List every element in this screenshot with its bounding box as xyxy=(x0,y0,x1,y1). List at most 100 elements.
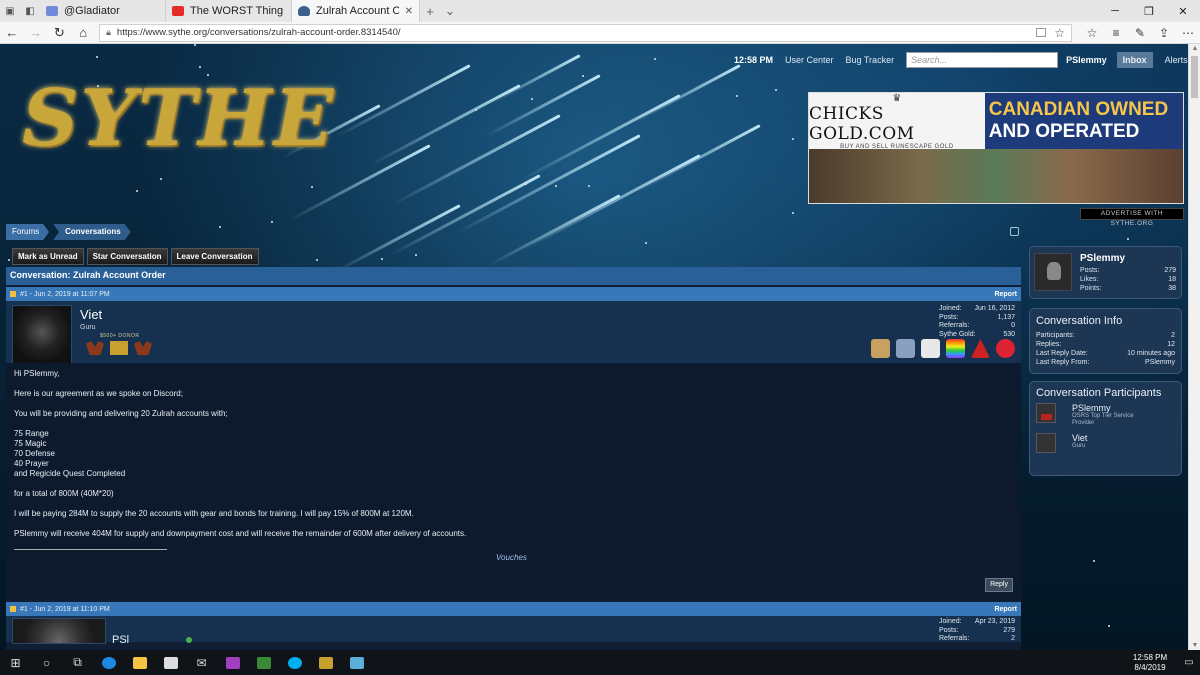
breadcrumb-forums[interactable]: Forums xyxy=(6,224,49,240)
sidebar-username[interactable]: PSlemmy xyxy=(1080,253,1125,264)
back-icon[interactable]: ← xyxy=(0,25,24,40)
alerts-link[interactable]: Alerts xyxy=(1165,55,1188,65)
minimize-icon[interactable]: ─ xyxy=(1098,0,1132,22)
pen-icon[interactable]: ✎ xyxy=(1128,26,1152,40)
star-dot xyxy=(1093,560,1095,562)
browser-toolbar: ☆ ≡ ✎ ⇪ ⋯ xyxy=(1080,26,1200,40)
vouches-link[interactable]: Vouches xyxy=(496,553,527,563)
participant-item[interactable]: PSlemmy OSRS Top Tier Service Provider xyxy=(1036,403,1175,429)
avatar[interactable] xyxy=(12,305,72,365)
star-dot xyxy=(1108,625,1110,627)
new-tab-icon[interactable]: + xyxy=(420,0,440,22)
post-username[interactable]: Viet xyxy=(80,307,152,322)
avatar[interactable] xyxy=(12,618,106,644)
conversation-actions: Mark as Unread Star Conversation Leave C… xyxy=(12,248,259,265)
maximize-icon[interactable]: ❐ xyxy=(1132,0,1166,22)
advertisement-banner[interactable]: ♛ CHICKS GOLD.COM BUY AND SELL RUNESCAPE… xyxy=(808,92,1184,204)
youtube-icon xyxy=(172,6,184,16)
mark-unread-button[interactable]: Mark as Unread xyxy=(12,248,84,265)
star-dot xyxy=(199,66,201,68)
star-dot xyxy=(555,185,557,187)
home-icon[interactable]: ⌂ xyxy=(71,25,95,40)
close-window-icon[interactable]: ✕ xyxy=(1166,0,1200,22)
browser-tab[interactable]: The WORST Thing That's Ev xyxy=(166,0,292,22)
user-title: Guru xyxy=(80,324,96,331)
more-icon[interactable]: ⋯ xyxy=(1176,26,1200,40)
tab-label: @Gladiator xyxy=(64,5,120,17)
conversation-main: Conversation: Zulrah Account Order #1 - … xyxy=(6,267,1021,650)
page-scrollbar[interactable]: ▲ ▼ xyxy=(1188,44,1200,650)
star-conversation-button[interactable]: Star Conversation xyxy=(86,248,168,265)
signature-divider xyxy=(14,549,167,550)
edge-icon[interactable] xyxy=(93,650,124,675)
runelite-icon[interactable] xyxy=(310,650,341,675)
report-link[interactable]: Report xyxy=(994,606,1017,613)
meteor-streak xyxy=(389,174,541,257)
scrollbar-thumb[interactable] xyxy=(1191,56,1198,98)
sidebar-stat-likes: Likes: 18 xyxy=(1080,276,1176,283)
favorites-list-icon[interactable]: ☆ xyxy=(1080,26,1104,40)
scroll-down-icon[interactable]: ▼ xyxy=(1189,642,1200,649)
mail-icon[interactable]: ✉ xyxy=(186,650,217,675)
skype-icon[interactable] xyxy=(279,650,310,675)
browser-tab[interactable]: @Gladiator xyxy=(40,0,166,22)
doge-icon xyxy=(871,339,890,358)
participant-title: OSRS Top Tier Service Provider xyxy=(1072,413,1134,426)
tab-preview-icon[interactable]: ◧ xyxy=(20,0,40,22)
inbox-link[interactable]: Inbox xyxy=(1116,52,1153,68)
participant-item[interactable]: Viet Guru xyxy=(1036,433,1175,459)
refresh-icon[interactable]: ↻ xyxy=(48,25,72,41)
notes-icon[interactable] xyxy=(341,650,372,675)
search-input[interactable]: Search... xyxy=(906,52,1059,68)
web-page: 12:58 PM User Center Bug Tracker Search.… xyxy=(0,44,1188,650)
clock-time: 12:58 PM xyxy=(1132,652,1168,662)
breadcrumb-conversations[interactable]: Conversations xyxy=(53,224,131,240)
leave-conversation-button[interactable]: Leave Conversation xyxy=(170,248,259,265)
advertise-link[interactable]: ADVERTISE WITH SYTHE.ORG xyxy=(1080,208,1184,227)
logo-text: SYTHE xyxy=(22,73,336,164)
cortana-icon[interactable]: ○ xyxy=(31,650,62,675)
top-user-bar: 12:58 PM User Center Bug Tracker Search.… xyxy=(734,52,1188,68)
crown-icon: ♛ xyxy=(892,92,902,104)
store-icon[interactable] xyxy=(155,650,186,675)
post-meta: #1 - Jun 2, 2019 at 11:10 PM xyxy=(20,605,110,613)
reply-button[interactable]: Reply xyxy=(985,578,1013,592)
game-launcher-icon[interactable] xyxy=(248,650,279,675)
app-icon[interactable] xyxy=(217,650,248,675)
reading-list-icon[interactable]: ≡ xyxy=(1104,26,1128,40)
taskbar-clock[interactable]: 12:58 PM 8/4/2019 xyxy=(1122,653,1178,673)
account-link[interactable]: PSlemmy xyxy=(1066,55,1107,65)
file-explorer-icon[interactable] xyxy=(124,650,155,675)
user-center-link[interactable]: User Center xyxy=(785,55,834,65)
conversation-title: Conversation: Zulrah Account Order xyxy=(6,267,1021,285)
notification-icon[interactable]: ▭ xyxy=(1178,657,1200,668)
popout-icon[interactable] xyxy=(1010,227,1019,236)
report-link[interactable]: Report xyxy=(994,291,1017,298)
scroll-up-icon[interactable]: ▲ xyxy=(1189,45,1200,52)
avatar[interactable] xyxy=(1034,253,1072,291)
sythe-logo[interactable]: SYTHE xyxy=(22,72,336,166)
windows-start-icon[interactable]: ⊞ xyxy=(0,650,31,675)
meteor-streak xyxy=(491,54,581,104)
bug-tracker-link[interactable]: Bug Tracker xyxy=(846,55,895,65)
post-username[interactable]: PSl xyxy=(112,634,129,646)
forward-icon[interactable]: → xyxy=(24,25,48,40)
donor-label: $500+ DONOR xyxy=(100,333,140,339)
chevron-down-icon[interactable]: ⌄ xyxy=(440,0,460,22)
browser-tab-active[interactable]: Zulrah Account Order | ✕ xyxy=(292,0,420,22)
share-icon[interactable]: ⇪ xyxy=(1152,26,1176,40)
participant-name[interactable]: PSlemmy xyxy=(1072,403,1111,413)
tab-actions-icon[interactable]: ▣ xyxy=(0,0,20,22)
star-dot xyxy=(792,212,794,214)
meteor-streak xyxy=(453,134,641,236)
meteor-streak xyxy=(633,64,741,124)
participant-name[interactable]: Viet xyxy=(1072,433,1087,443)
favorite-star-icon[interactable]: ☆ xyxy=(1054,26,1065,40)
reading-view-icon[interactable] xyxy=(1036,28,1047,37)
conversation-info-panel: Conversation Info Participants: 2 Replies… xyxy=(1029,308,1182,374)
close-icon[interactable]: ✕ xyxy=(405,6,413,17)
online-status-icon xyxy=(186,637,192,643)
gold-badge-icon xyxy=(110,341,128,355)
url-field[interactable]: 🔒︎ https://www.sythe.org/conversations/z… xyxy=(99,23,1073,42)
task-view-icon[interactable]: ⧉ xyxy=(62,650,93,675)
